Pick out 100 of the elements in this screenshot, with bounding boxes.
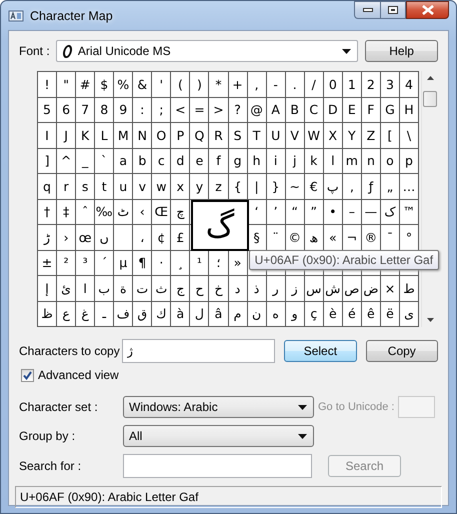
character-cell[interactable]: u xyxy=(114,174,132,198)
character-cell[interactable]: ( xyxy=(171,72,190,96)
character-cell[interactable]: U xyxy=(266,123,285,148)
character-cell[interactable]: ~ xyxy=(286,174,304,198)
character-cell[interactable]: ¬ xyxy=(342,225,361,250)
character-cell[interactable]: o xyxy=(380,148,399,173)
character-cell[interactable]: ث xyxy=(152,276,170,300)
close-button[interactable] xyxy=(406,1,449,19)
character-cell[interactable]: ک xyxy=(380,200,399,224)
character-cell[interactable]: ’ xyxy=(266,200,285,224)
character-cell[interactable]: 4 xyxy=(400,72,418,96)
character-cell[interactable]: Z xyxy=(362,123,380,148)
character-cell[interactable]: t xyxy=(95,174,114,198)
search-field[interactable] xyxy=(123,454,312,478)
character-cell[interactable]: + xyxy=(228,72,247,96)
select-button[interactable]: Select xyxy=(284,340,357,362)
character-cell[interactable]: s xyxy=(76,174,94,198)
character-cell[interactable]: < xyxy=(171,98,190,122)
character-cell[interactable]: ر xyxy=(266,276,285,300)
character-set-dropdown[interactable]: Windows: Arabic xyxy=(123,396,314,418)
character-cell[interactable]: a xyxy=(114,148,132,173)
character-cell[interactable]: G xyxy=(380,98,399,122)
character-cell[interactable]: ¹ xyxy=(190,250,208,275)
character-cell[interactable]: T xyxy=(248,123,266,148)
character-cell[interactable]: q xyxy=(38,174,56,198)
font-dropdown[interactable]: Arial Unicode MS xyxy=(56,40,358,62)
character-cell[interactable]: x xyxy=(171,174,190,198)
character-cell[interactable]: ن xyxy=(248,302,266,326)
character-cell[interactable]: $ xyxy=(95,72,114,96)
character-cell[interactable]: S xyxy=(228,123,247,148)
character-cell[interactable]: م xyxy=(228,302,247,326)
character-cell[interactable]: « xyxy=(324,225,342,250)
character-cell[interactable]: E xyxy=(342,98,361,122)
character-cell[interactable]: ´ xyxy=(95,250,114,275)
character-cell[interactable]: ˆ xyxy=(76,200,94,224)
character-cell[interactable]: ¨ xyxy=(266,225,285,250)
character-cell[interactable]: é xyxy=(342,302,361,326)
character-cell[interactable]: ں xyxy=(95,225,114,250)
character-cell[interactable]: ظ xyxy=(38,302,56,326)
character-cell[interactable]: e xyxy=(190,148,208,173)
character-cell[interactable]: غ xyxy=(76,302,94,326)
character-cell[interactable]: = xyxy=(190,98,208,122)
character-cell[interactable]: ‡ xyxy=(57,200,76,224)
character-cell[interactable]: f xyxy=(209,148,228,173)
character-cell[interactable]: ذ xyxy=(248,276,266,300)
character-cell[interactable]: · xyxy=(152,250,170,275)
character-cell[interactable]: ¶ xyxy=(133,250,152,275)
character-cell[interactable]: j xyxy=(286,148,304,173)
character-cell[interactable]: ^ xyxy=(57,148,76,173)
group-by-dropdown[interactable]: All xyxy=(123,425,314,447)
character-cell[interactable]: ‰ xyxy=(95,200,114,224)
character-cell[interactable]: ? xyxy=(228,98,247,122)
character-cell[interactable]: ب xyxy=(95,276,114,300)
character-cell[interactable]: ‹ xyxy=(133,200,152,224)
character-cell[interactable]: ع xyxy=(57,302,76,326)
minimize-button[interactable] xyxy=(354,1,380,19)
character-cell[interactable]: µ xyxy=(114,250,132,275)
character-cell[interactable]: 3 xyxy=(380,72,399,96)
character-cell[interactable]: ) xyxy=(190,72,208,96)
character-cell[interactable]: ® xyxy=(362,225,380,250)
character-cell[interactable]: # xyxy=(76,72,94,96)
character-cell[interactable]: © xyxy=(286,225,304,250)
character-cell[interactable]: ط xyxy=(400,276,418,300)
maximize-button[interactable] xyxy=(380,1,406,19)
character-cell[interactable]: ض xyxy=(362,276,380,300)
character-cell[interactable]: K xyxy=(76,123,94,148)
character-cell[interactable]: ™ xyxy=(400,200,418,224)
character-cell[interactable]: B xyxy=(286,98,304,122)
character-cell[interactable]: n xyxy=(362,148,380,173)
character-cell[interactable]: س xyxy=(304,276,323,300)
character-cell[interactable]: ë xyxy=(380,302,399,326)
character-cell[interactable]: P xyxy=(171,123,190,148)
character-cell[interactable]: ل xyxy=(190,302,208,326)
scroll-down-icon[interactable] xyxy=(426,318,434,322)
character-cell[interactable]: @ xyxy=(248,98,266,122)
character-cell[interactable]: ف xyxy=(114,302,132,326)
character-cell[interactable]: ة xyxy=(114,276,132,300)
character-cell[interactable]: V xyxy=(286,123,304,148)
character-cell[interactable]: › xyxy=(57,225,76,250)
character-cell[interactable]: , xyxy=(248,72,266,96)
character-cell[interactable]: b xyxy=(133,148,152,173)
character-cell[interactable]: Y xyxy=(342,123,361,148)
character-cell[interactable]: p xyxy=(400,148,418,173)
character-cell[interactable]: 8 xyxy=(95,98,114,122)
character-cell[interactable]: ، xyxy=(133,225,152,250)
character-cell[interactable]: r xyxy=(57,174,76,198)
character-cell[interactable]: . xyxy=(286,72,304,96)
character-cell[interactable]: / xyxy=(304,72,323,96)
character-cell[interactable]: ³ xyxy=(76,250,94,275)
scroll-thumb[interactable] xyxy=(423,91,438,107)
character-cell[interactable]: d xyxy=(171,148,190,173)
character-cell[interactable]: Œ xyxy=(152,200,170,224)
character-cell[interactable]: 6 xyxy=(57,98,76,122)
character-cell[interactable]: د xyxy=(228,276,247,300)
character-cell[interactable]: ‚ xyxy=(342,174,361,198)
character-cell[interactable]: خ xyxy=(209,276,228,300)
character-cell[interactable]: } xyxy=(266,174,285,198)
character-cell[interactable]: w xyxy=(152,174,170,198)
character-cell[interactable]: ¸ xyxy=(171,250,190,275)
character-cell[interactable]: — xyxy=(362,200,380,224)
